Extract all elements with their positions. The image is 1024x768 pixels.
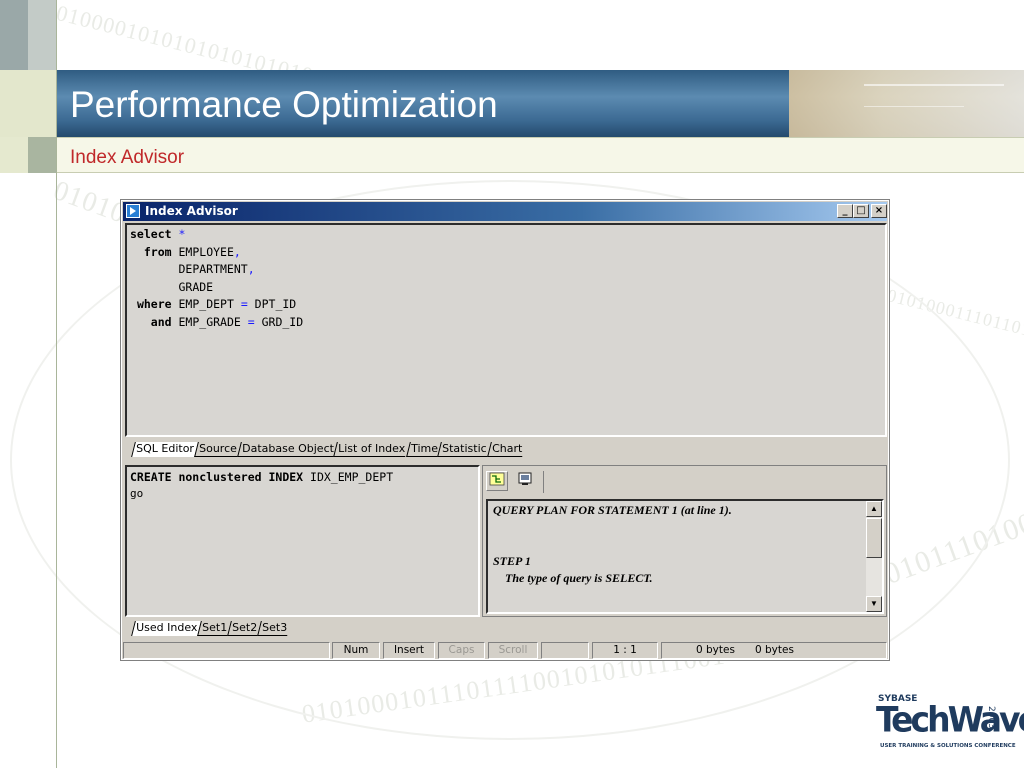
- tab-statistic[interactable]: Statistic: [437, 442, 491, 457]
- techwave-logo: SYBASE TechWave 2003 USER TRAINING & SOL…: [876, 694, 1024, 754]
- sql-line-4: GRADE: [178, 279, 214, 294]
- sql-line-6: and EMP_GRADE = GRD_ID: [150, 314, 304, 329]
- tab-source[interactable]: Source: [193, 442, 241, 457]
- window-titlebar[interactable]: Index Advisor _ □ ×: [123, 202, 887, 221]
- plan-scrollbar[interactable]: ▲ ▼: [866, 501, 882, 612]
- slide-title: Performance Optimization: [70, 84, 498, 125]
- index-advisor-window: Index Advisor _ □ × select * from EMPLOY…: [120, 199, 890, 661]
- tab-chart[interactable]: Chart: [487, 442, 527, 457]
- index-output-pane[interactable]: CREATE nonclustered INDEX IDX_EMP_DEPT g…: [125, 465, 480, 617]
- plan-line: QUERY PLAN FOR STATEMENT 1 (at line 1).: [493, 503, 732, 517]
- query-plan-text[interactable]: QUERY PLAN FOR STATEMENT 1 (at line 1). …: [486, 499, 884, 614]
- subtitle-band: [57, 137, 1024, 173]
- logo-year: 2003: [986, 706, 996, 729]
- status-blank: [541, 642, 589, 659]
- window-title: Index Advisor: [145, 204, 238, 218]
- query-plan-pane: QUERY PLAN FOR STATEMENT 1 (at line 1). …: [482, 465, 887, 617]
- sql-line-2: from EMPLOYEE,: [143, 244, 241, 259]
- close-icon[interactable]: ×: [871, 204, 887, 218]
- scroll-up-icon[interactable]: ▲: [866, 501, 882, 517]
- tab-sql-editor[interactable]: SQL Editor: [131, 442, 198, 457]
- left-decoration-strip: [0, 0, 56, 768]
- status-message: [123, 642, 330, 659]
- logo-tagline: USER TRAINING & SOLUTIONS CONFERENCE: [880, 743, 1016, 749]
- tab-list-of-index[interactable]: List of Index: [333, 442, 410, 457]
- tab-database-object[interactable]: Database Object: [236, 442, 338, 457]
- index-go-line: go: [130, 486, 144, 500]
- techwave-wordmark: TechWave: [876, 699, 1024, 740]
- status-scroll: Scroll: [488, 642, 538, 659]
- sql-line-1: select *: [130, 227, 186, 241]
- tab-time[interactable]: Time: [405, 442, 442, 457]
- minimize-icon[interactable]: _: [837, 204, 853, 218]
- plan-tree-icon[interactable]: [486, 471, 508, 491]
- status-insert: Insert: [383, 642, 435, 659]
- maximize-icon[interactable]: □: [853, 204, 869, 218]
- status-position: 1 : 1: [592, 642, 658, 659]
- plan-line: STEP 1: [493, 554, 531, 568]
- plan-text-icon[interactable]: [514, 471, 536, 491]
- sql-line-5: where EMP_DEPT = DPT_ID: [136, 297, 297, 311]
- result-tab-used-index[interactable]: Used Index: [131, 621, 202, 636]
- sql-code: select * from EMPLOYEE, DEPARTMENT, GRAD…: [130, 226, 882, 331]
- index-create-keyword: CREATE nonclustered INDEX: [130, 470, 304, 484]
- result-tabs: Used Index Set1 Set2 Set3: [125, 619, 292, 636]
- status-bytes: 0 bytes 0 bytes: [661, 642, 887, 659]
- plan-line: [493, 537, 877, 554]
- status-bar: Num Insert Caps Scroll 1 : 1 0 bytes 0 b…: [123, 641, 887, 659]
- sql-editor[interactable]: select * from EMPLOYEE, DEPARTMENT, GRAD…: [125, 223, 887, 437]
- sql-line-3: DEPARTMENT,: [178, 262, 255, 276]
- editor-tabs: SQL Editor Source Database Object List of I…: [125, 440, 527, 457]
- scroll-thumb[interactable]: [866, 518, 882, 558]
- result-tab-set3[interactable]: Set3: [257, 621, 292, 636]
- status-num: Num: [332, 642, 380, 659]
- slide-subtitle: Index Advisor: [70, 147, 185, 168]
- index-name: IDX_EMP_DEPT: [310, 470, 394, 484]
- status-caps: Caps: [438, 642, 485, 659]
- app-icon[interactable]: [126, 204, 140, 218]
- plan-line: [493, 520, 877, 537]
- result-tab-set2[interactable]: Set2: [227, 621, 262, 636]
- plan-line: The type of query is SELECT.: [493, 571, 653, 585]
- scroll-down-icon[interactable]: ▼: [866, 596, 882, 612]
- result-tab-set1[interactable]: Set1: [197, 621, 232, 636]
